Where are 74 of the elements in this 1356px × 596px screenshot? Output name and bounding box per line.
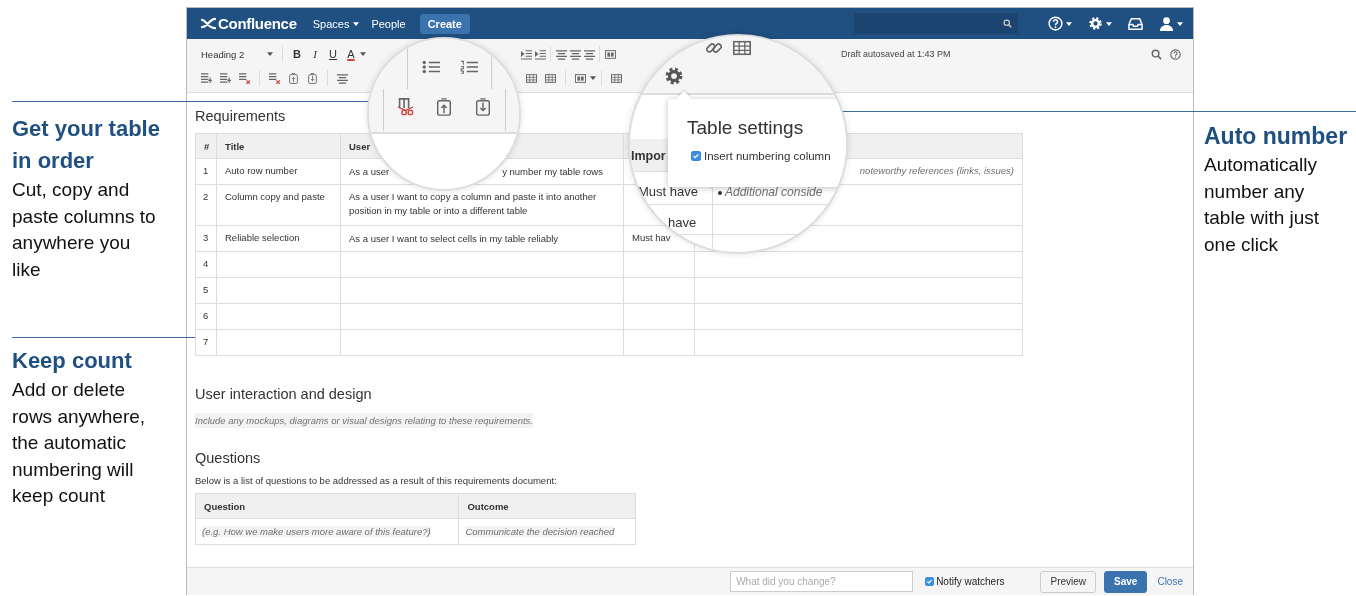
- confluence-logo[interactable]: Confluence: [201, 15, 297, 32]
- popup-title: Table settings: [687, 117, 805, 139]
- caret-icon: [353, 21, 360, 26]
- caret-icon: [1106, 21, 1112, 26]
- row-number: 2: [195, 184, 217, 226]
- section-heading: Requirements: [195, 108, 286, 124]
- save-button[interactable]: Save: [1104, 570, 1148, 593]
- comment-field[interactable]: What did you change?: [730, 571, 914, 592]
- placeholder-text: Include any mockups, diagrams or visual designs relating to these requirements.: [195, 413, 533, 428]
- logo-icon: [201, 17, 216, 30]
- settings-icon: [1088, 16, 1103, 31]
- callout-text: Cut, copy and paste columns to anywhere you like: [12, 178, 157, 282]
- nav-link[interactable]: Spaces: [312, 17, 360, 30]
- settings-menu-button[interactable]: [1088, 16, 1112, 31]
- preview-button[interactable]: Preview: [1040, 570, 1097, 593]
- callout-title: Keep count: [12, 347, 133, 375]
- table-cell: Auto row number: [225, 165, 298, 176]
- column-header: Outcome: [458, 493, 636, 519]
- user-menu-button[interactable]: [1159, 16, 1183, 31]
- user-icon: [1159, 16, 1174, 31]
- table-cell: Communicate the decision reached: [465, 526, 615, 537]
- row-number: 5: [195, 277, 217, 304]
- checkbox-label: Notify watchers: [936, 576, 1005, 587]
- column-header: Question: [195, 493, 459, 519]
- checkbox[interactable]: [691, 151, 701, 161]
- bullet-dot: [718, 191, 722, 195]
- search-icon: [1003, 19, 1012, 28]
- table-cell-text: As a user I want to copy a column and paste it into another position in my table or into a different table: [349, 190, 598, 218]
- table-cell: As a user: [349, 165, 390, 179]
- table-cell: y number my table rows: [502, 165, 603, 179]
- checkbox-label: Insert numbering column: [704, 150, 831, 162]
- column-header: Impor: [631, 149, 666, 163]
- section-heading: Questions: [195, 450, 261, 466]
- format-button[interactable]: B: [288, 44, 306, 64]
- search-field[interactable]: [854, 13, 1018, 34]
- inbox-icon: [1128, 16, 1143, 31]
- caret-icon: [360, 52, 366, 56]
- autosave-status: Draft autosaved at 1:43 PM: [841, 49, 951, 59]
- checkbox[interactable]: [925, 577, 935, 586]
- column-header: Title: [216, 133, 341, 159]
- paragraph-style-dropdown[interactable]: Heading 2: [197, 48, 273, 60]
- callout-text: Add or delete rows anywhere, the automatic numbering will keep count: [12, 378, 147, 508]
- format-button[interactable]: A: [342, 44, 360, 64]
- caret-icon: [1066, 21, 1072, 26]
- table-cell: As a user I want to select cells in my table reliably: [349, 232, 559, 246]
- callout-text: Automatically number any table with just one click: [1204, 153, 1321, 257]
- help-menu-button[interactable]: [1048, 16, 1072, 31]
- table-cell: have: [668, 215, 697, 230]
- help-icon: [1048, 16, 1063, 31]
- table-cell: Reliable selection: [225, 232, 300, 243]
- caret-icon: [267, 52, 273, 56]
- column-header: #: [195, 133, 217, 159]
- section-heading: User interaction and design: [195, 386, 372, 402]
- caret-icon: [590, 76, 596, 80]
- row-number: 6: [195, 303, 217, 330]
- create-button[interactable]: Create: [419, 13, 470, 34]
- row-number: 7: [195, 329, 217, 356]
- callout-title: Get your table in order: [12, 115, 161, 175]
- table-cell: noteworthy references (links, issues): [859, 165, 1014, 176]
- table-cell: (e.g. How we make users more aware of this feature?): [202, 526, 431, 537]
- table-cell: Must hav: [632, 232, 671, 243]
- row-number: 1: [195, 158, 217, 185]
- inbox-menu-button[interactable]: [1128, 16, 1143, 31]
- row-number: 3: [195, 225, 217, 252]
- row-number: 4: [195, 251, 217, 278]
- close-link[interactable]: Close: [1155, 570, 1185, 593]
- format-button[interactable]: I: [306, 44, 324, 64]
- caret-icon: [1177, 21, 1183, 26]
- nav-link[interactable]: People: [371, 17, 406, 30]
- table-cell: Additional conside: [725, 185, 823, 199]
- callout-title: Auto number: [1204, 122, 1349, 151]
- paragraph: Below is a list of questions to be addressed as a result of this requirements document:: [195, 475, 558, 486]
- table-cell: Column copy and paste: [225, 191, 325, 202]
- format-button[interactable]: U: [324, 44, 342, 64]
